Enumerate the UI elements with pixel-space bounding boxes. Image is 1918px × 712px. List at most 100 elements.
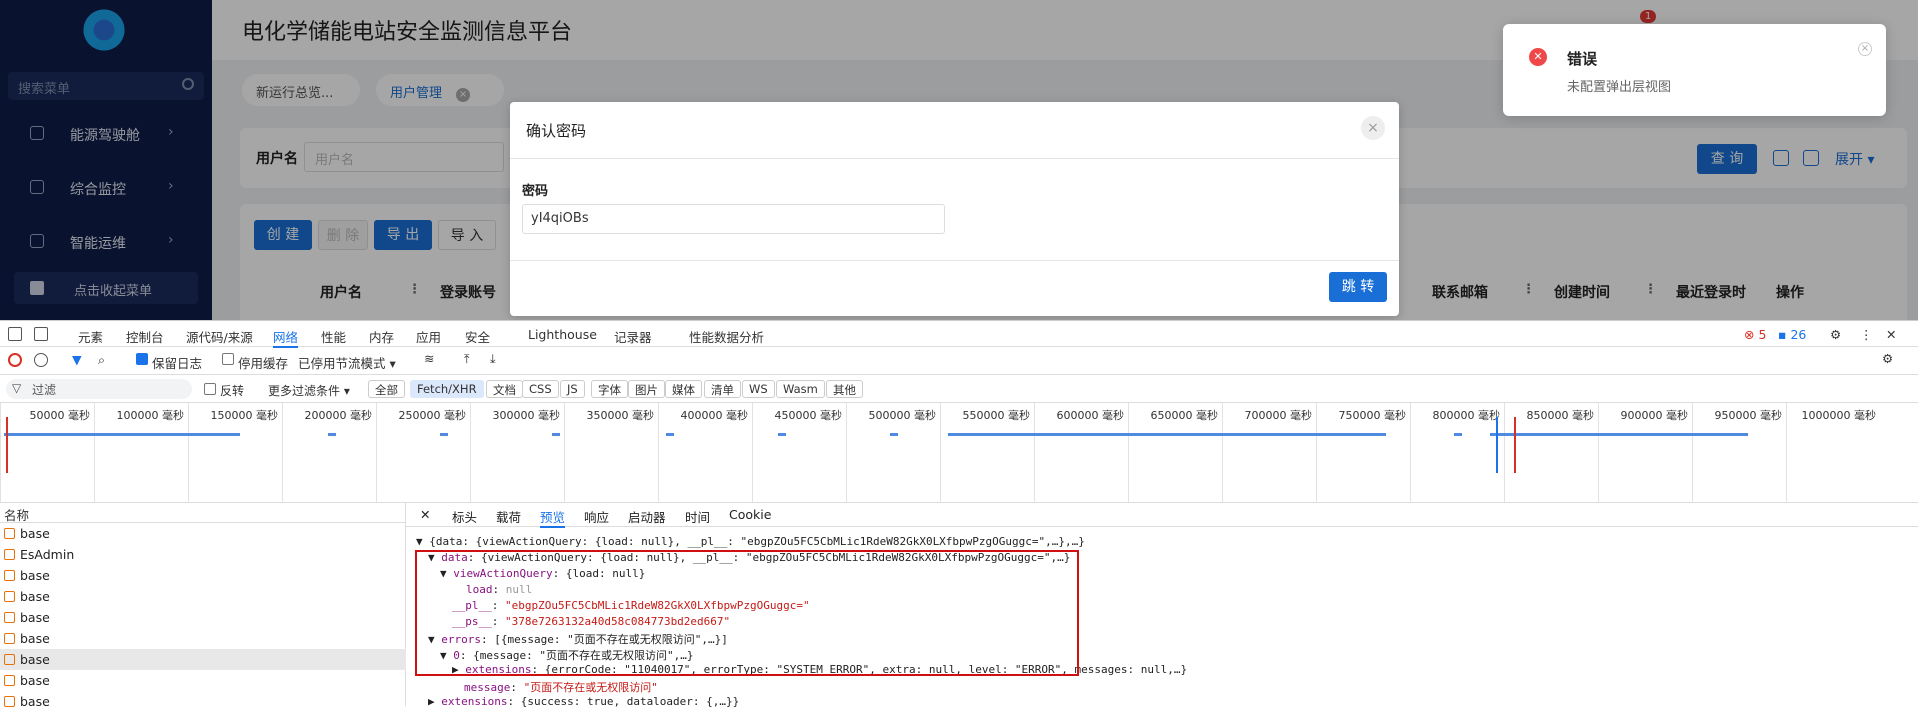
settings-icon[interactable]: ⚙	[1830, 327, 1841, 342]
request-name: base	[20, 631, 50, 646]
type-filter-font[interactable]: 字体	[591, 380, 628, 398]
close-icon[interactable]: ×	[1361, 116, 1385, 140]
timeline-bar	[328, 433, 336, 436]
json-value: {success: true, dataloader: {,…}}	[520, 695, 740, 708]
timeline-bar	[666, 433, 674, 436]
app-window: 搜索菜单 能源驾驶舱 › 综合监控 › 智能运维 › 点击收起菜单 电化学储能电…	[0, 0, 1918, 320]
type-filter-doc[interactable]: 文档	[486, 380, 523, 398]
request-name: base	[20, 673, 50, 688]
upload-icon[interactable]: ⤒	[464, 351, 470, 367]
xhr-icon	[4, 633, 15, 644]
wifi-icon[interactable]: ≋	[424, 351, 434, 366]
close-icon[interactable]: ✕	[420, 507, 430, 522]
more-icon[interactable]: ⋮	[1860, 327, 1873, 342]
inspect-icon[interactable]	[8, 327, 22, 341]
json-node[interactable]: ▶ extensions: {success: true, dataloader…	[428, 695, 739, 708]
record-icon[interactable]	[8, 353, 22, 367]
request-name: base	[20, 652, 50, 667]
list-header[interactable]: 名称	[0, 503, 406, 523]
invert-checkbox[interactable]	[204, 383, 216, 395]
timeline-bar	[440, 433, 448, 436]
toast-title: 错误	[1567, 50, 1598, 68]
tab-cookie[interactable]: Cookie	[729, 507, 771, 522]
type-filter-xhr[interactable]: Fetch/XHR	[410, 380, 484, 398]
tick-label: 850000 毫秒	[1526, 409, 1595, 422]
list-item-selected[interactable]: base	[0, 649, 406, 670]
network-timeline[interactable]: 50000 毫秒 100000 毫秒 150000 毫秒 200000 毫秒 2…	[0, 403, 1918, 503]
tick-label: 200000 毫秒	[304, 409, 373, 422]
submit-button[interactable]: 跳 转	[1329, 272, 1387, 302]
more-filters-label: 更多过滤条件	[268, 384, 341, 398]
tab-lighthouse[interactable]: Lighthouse	[528, 327, 597, 342]
tab-application[interactable]: 应用	[416, 327, 441, 346]
tab-network[interactable]: 网络	[273, 327, 299, 348]
timeline-tick: 600000 毫秒	[1034, 403, 1128, 502]
xhr-icon	[4, 696, 15, 707]
type-filter-other[interactable]: 其他	[826, 380, 863, 398]
json-root[interactable]: ▼ {data: {viewActionQuery: {load: null},…	[416, 535, 1085, 548]
timeline-tick: 950000 毫秒	[1692, 403, 1786, 502]
error-toast: ✕ 错误 未配置弹出层视图 ×	[1503, 24, 1886, 116]
list-item[interactable]: base	[0, 586, 406, 607]
tick-label: 900000 毫秒	[1620, 409, 1689, 422]
list-item[interactable]: base	[0, 565, 406, 586]
timeline-tick: 150000 毫秒	[188, 403, 282, 502]
filter-input[interactable]: 过滤	[6, 379, 192, 399]
tick-label: 750000 毫秒	[1338, 409, 1407, 422]
json-value: "页面不存在或无权限访问"	[523, 681, 658, 694]
download-icon[interactable]: ⤓	[490, 351, 496, 367]
settings-icon[interactable]: ⚙	[1882, 351, 1893, 366]
type-filter-img[interactable]: 图片	[628, 380, 665, 398]
tab-headers[interactable]: 标头	[452, 507, 477, 526]
tick-label: 600000 毫秒	[1056, 409, 1125, 422]
toast-message: 未配置弹出层视图	[1567, 80, 1672, 95]
tab-security[interactable]: 安全	[465, 327, 490, 346]
timeline-bar	[552, 433, 560, 436]
clear-icon[interactable]	[34, 353, 48, 367]
error-count[interactable]: ⊗ 5	[1744, 327, 1766, 342]
tab-preview[interactable]: 预览	[540, 507, 566, 528]
type-filter-js[interactable]: JS	[560, 380, 585, 398]
tab-timing[interactable]: 时间	[685, 507, 710, 526]
type-filter-media[interactable]: 媒体	[665, 380, 702, 398]
disable-cache-checkbox[interactable]	[222, 353, 234, 365]
type-filter-css[interactable]: CSS	[522, 380, 559, 398]
tab-recorder[interactable]: 记录器	[614, 327, 652, 346]
list-item[interactable]: base	[0, 691, 406, 712]
preserve-log-checkbox[interactable]	[136, 353, 148, 365]
tab-perf-insights[interactable]: 性能数据分析	[689, 327, 764, 346]
message-count[interactable]: ▪ 26	[1778, 327, 1806, 342]
search-icon[interactable]: ⌕	[98, 352, 105, 368]
type-filter-wasm[interactable]: Wasm	[776, 380, 825, 398]
throttle-label: 已停用节流模式	[298, 356, 386, 371]
type-filter-manifest[interactable]: 清单	[704, 380, 741, 398]
tab-elements[interactable]: 元素	[78, 327, 103, 346]
tab-response[interactable]: 响应	[584, 507, 609, 526]
list-item[interactable]: EsAdmin	[0, 544, 406, 565]
tab-console[interactable]: 控制台	[126, 327, 164, 346]
type-filter-all[interactable]: 全部	[368, 380, 405, 398]
password-field[interactable]: yI4qiOBs	[522, 204, 945, 234]
tick-label: 100000 毫秒	[116, 409, 185, 422]
list-item[interactable]: base	[0, 607, 406, 628]
close-icon[interactable]: ✕	[1886, 327, 1896, 342]
timeline-bar	[778, 433, 786, 436]
tab-initiator[interactable]: 启动器	[628, 507, 666, 526]
list-item[interactable]: base	[0, 523, 406, 544]
tab-sources[interactable]: 源代码/来源	[186, 327, 253, 346]
type-filter-ws[interactable]: WS	[742, 380, 775, 398]
tab-memory[interactable]: 内存	[369, 327, 394, 346]
more-filters-dropdown[interactable]: 更多过滤条件 ▾	[268, 382, 350, 399]
device-toolbar-icon[interactable]	[34, 327, 48, 341]
timeline-tick: 650000 毫秒	[1128, 403, 1222, 502]
tab-performance[interactable]: 性能	[321, 327, 346, 346]
list-item[interactable]: base	[0, 670, 406, 691]
xhr-icon	[4, 570, 15, 581]
tab-payload[interactable]: 载荷	[496, 507, 521, 526]
filter-icon[interactable]: ▼	[72, 352, 82, 367]
close-icon[interactable]: ×	[1858, 42, 1872, 56]
tick-label: 400000 毫秒	[680, 409, 749, 422]
list-item[interactable]: base	[0, 628, 406, 649]
timeline-tick: 300000 毫秒	[470, 403, 564, 502]
throttle-select[interactable]: 已停用节流模式 ▾	[298, 353, 396, 372]
